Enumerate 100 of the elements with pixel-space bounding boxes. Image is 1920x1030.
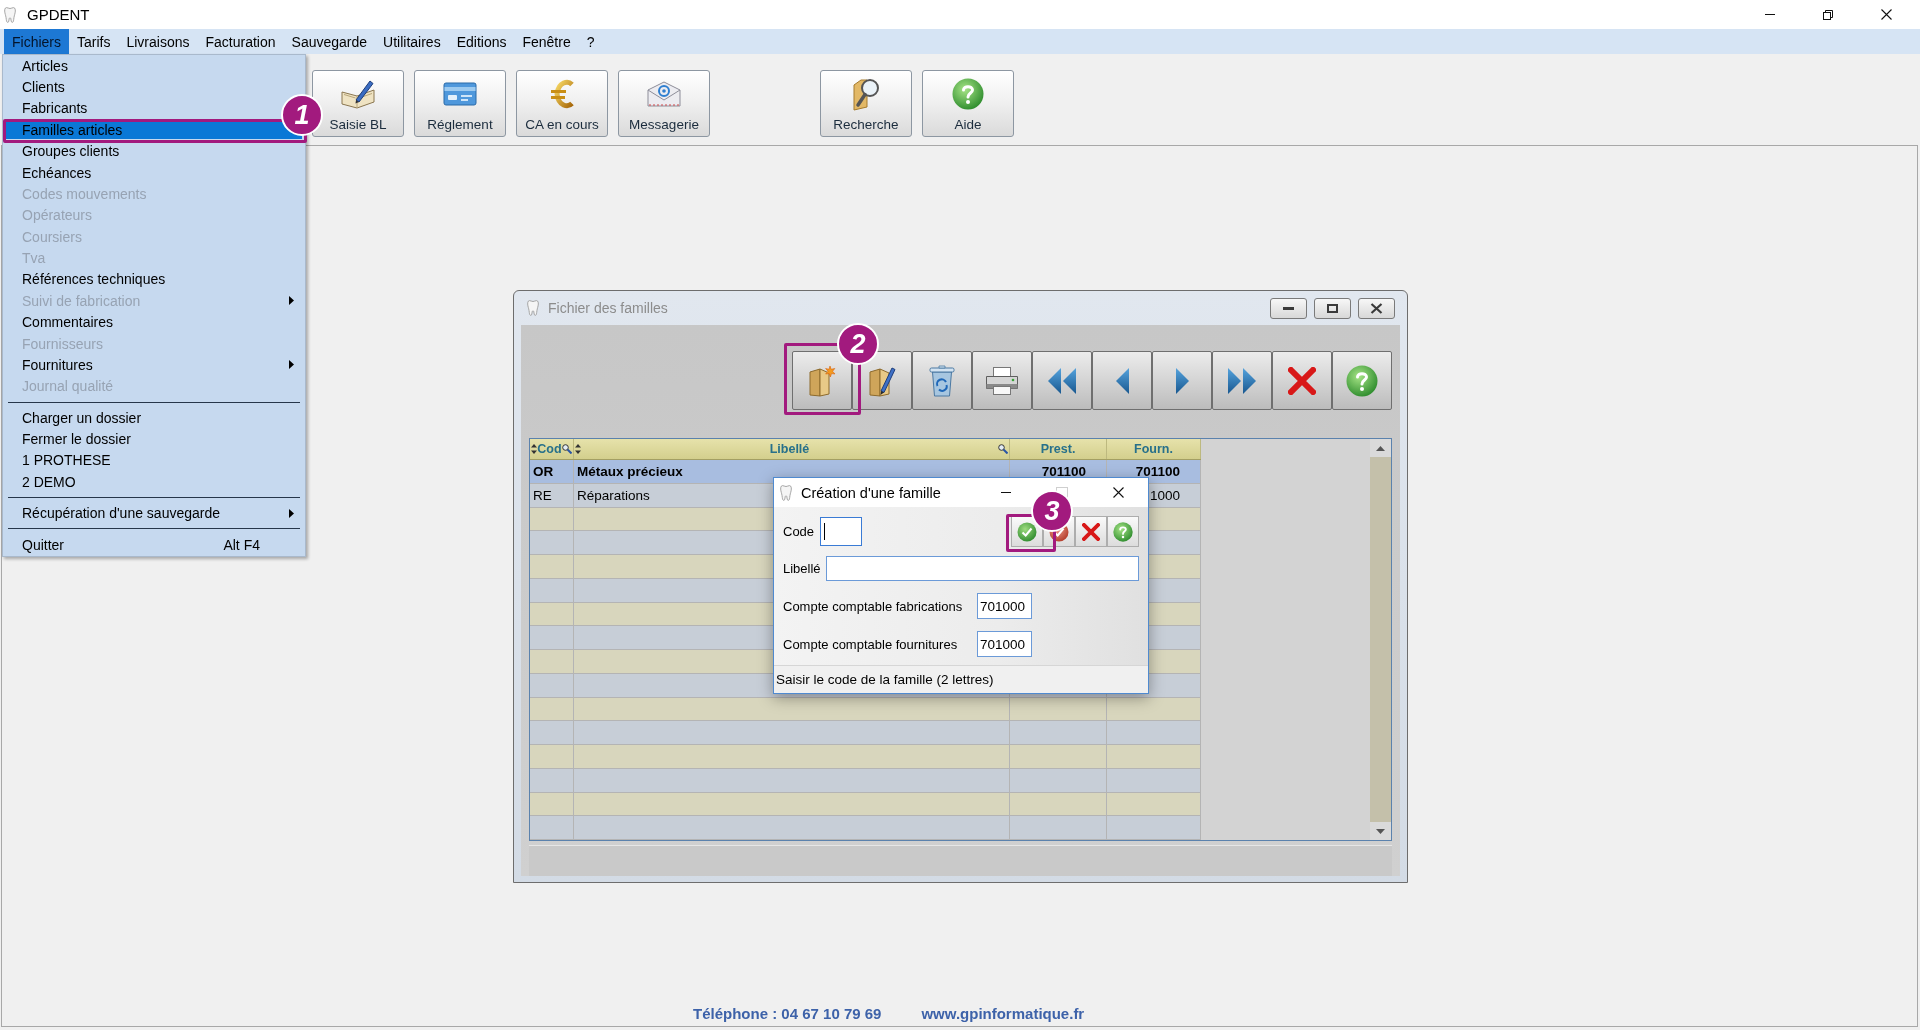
- field-label: Libellé: [783, 561, 821, 576]
- search-icon[interactable]: [562, 444, 572, 454]
- account-field[interactable]: 701000: [977, 593, 1032, 619]
- close-icon: [1370, 302, 1383, 314]
- tooth-icon: [780, 484, 792, 501]
- recycle-bin-icon: [929, 364, 955, 397]
- menu-item[interactable]: Articles: [6, 56, 76, 75]
- cancel-button[interactable]: [1075, 516, 1107, 547]
- menu-bar-item[interactable]: Fichiers: [4, 29, 69, 54]
- website-text: www.gpinformatique.fr: [921, 1005, 1085, 1022]
- folder-star-icon: [808, 364, 836, 397]
- menu-item[interactable]: 1 PROTHESE: [6, 451, 119, 470]
- next-record-button[interactable]: [1152, 351, 1212, 410]
- envelope-icon: [647, 81, 681, 107]
- status-bar: Saisir le code de la famille (2 lettres): [774, 665, 1148, 693]
- scrollbar[interactable]: [1370, 439, 1391, 840]
- help-icon: [1346, 364, 1378, 397]
- folder-magnifier-icon: [851, 77, 881, 111]
- printer-icon: [985, 366, 1019, 395]
- menu-item[interactable]: Fournitures: [6, 355, 302, 374]
- column-header[interactable]: Prest.: [1010, 439, 1107, 459]
- tooth-icon: [527, 300, 539, 316]
- menu-item[interactable]: 2 DEMO: [6, 472, 84, 491]
- toolbar-button[interactable]: Recherche: [820, 70, 912, 137]
- menu-item[interactable]: Echéances: [6, 163, 100, 182]
- toolbar-button[interactable]: Réglement: [414, 70, 506, 137]
- scroll-up-button[interactable]: [1370, 439, 1391, 457]
- field-label: Compte comptable fabrications: [783, 598, 964, 614]
- toolbar-button[interactable]: Saisie BL: [312, 70, 404, 137]
- field-label: Compte comptable fournitures: [783, 636, 959, 652]
- menu-bar-item[interactable]: Sauvegarde: [283, 29, 376, 54]
- shortcut-text: Alt F4: [223, 536, 260, 553]
- window-title: Fichier des familles: [548, 300, 668, 316]
- toolbar-button[interactable]: Messagerie: [618, 70, 710, 137]
- menu-bar-item[interactable]: Tarifs: [69, 29, 119, 54]
- sort-icon: [531, 444, 537, 454]
- phone-text: Téléphone : 04 67 10 79 69: [693, 1005, 882, 1022]
- menu-item[interactable]: Références techniques: [6, 270, 174, 289]
- recycle-bin-button[interactable]: [912, 351, 972, 410]
- menu-item[interactable]: Quitter Alt F4: [6, 535, 302, 554]
- close-icon[interactable]: [1113, 487, 1124, 498]
- cancel-button[interactable]: [1272, 351, 1332, 410]
- toolbar-button[interactable]: CA en cours: [516, 70, 608, 137]
- column-header[interactable]: Libellé: [574, 439, 1010, 459]
- help-icon: [952, 78, 984, 110]
- cross-icon: [1082, 522, 1100, 541]
- book-pen-icon: [341, 79, 375, 109]
- menu-bar-item[interactable]: Utilitaires: [375, 29, 449, 54]
- text-cursor-icon: [824, 523, 826, 540]
- help-button[interactable]: [1332, 351, 1392, 410]
- help-button[interactable]: [1107, 516, 1139, 547]
- menu-item[interactable]: Récupération d'une sauvegarde: [6, 504, 302, 523]
- cross-icon: [1288, 366, 1316, 395]
- menu-bar-item[interactable]: Editions: [448, 29, 515, 54]
- toolbar-button[interactable]: Aide: [922, 70, 1014, 137]
- menu-bar-item[interactable]: ?: [578, 29, 603, 54]
- table-cell: RE: [530, 483, 574, 507]
- previous-record-button[interactable]: [1092, 351, 1152, 410]
- scroll-down-button[interactable]: [1370, 822, 1391, 840]
- app-title: GPDENT: [27, 6, 90, 23]
- right-arrow-icon: [1174, 366, 1190, 395]
- field-label: Code: [783, 524, 815, 539]
- maximize-button[interactable]: [1314, 297, 1351, 319]
- scroll-up-icon: [1376, 445, 1385, 451]
- close-button[interactable]: [1358, 297, 1395, 319]
- new-folder-button[interactable]: [792, 351, 852, 410]
- euro-icon: [550, 78, 574, 110]
- scroll-down-icon: [1376, 828, 1385, 834]
- menu-bar-item[interactable]: Fenêtre: [514, 29, 579, 54]
- text-field[interactable]: [825, 556, 1139, 581]
- account-field[interactable]: 701000: [977, 631, 1032, 657]
- left-arrow-icon: [1114, 366, 1130, 395]
- help-icon: [1113, 521, 1133, 542]
- column-header[interactable]: Fourn.: [1107, 439, 1201, 459]
- double-left-arrow-icon: [1047, 366, 1077, 395]
- menu-bar-item[interactable]: Facturation: [197, 29, 284, 54]
- column-header[interactable]: Cod: [530, 439, 574, 459]
- minimize-icon: [1283, 306, 1294, 310]
- dialog-title: Création d'une famille: [801, 484, 941, 501]
- first-record-button[interactable]: [1032, 351, 1092, 410]
- menu-item[interactable]: Groupes clients: [6, 142, 128, 161]
- restore-icon[interactable]: [1823, 9, 1833, 20]
- menu-item[interactable]: Fermer le dossier: [6, 430, 139, 449]
- menu-item[interactable]: Fabricants: [6, 99, 96, 118]
- last-record-button[interactable]: [1212, 351, 1272, 410]
- code-field[interactable]: [820, 517, 863, 546]
- minimize-button[interactable]: [1270, 297, 1307, 319]
- double-right-arrow-icon: [1227, 366, 1257, 395]
- close-icon[interactable]: [1881, 9, 1892, 20]
- search-icon[interactable]: [998, 444, 1008, 454]
- table-cell: OR: [530, 460, 574, 483]
- check-icon: [1017, 521, 1037, 542]
- print-button[interactable]: [972, 351, 1032, 410]
- menu-item[interactable]: Charger un dossier: [6, 408, 150, 427]
- menu-bar-item[interactable]: Livraisons: [118, 29, 198, 54]
- menu-item[interactable]: Commentaires: [6, 313, 122, 332]
- tooth-icon: [4, 6, 16, 23]
- credit-card-icon: [443, 82, 477, 106]
- sort-icon: [575, 444, 581, 454]
- menu-item[interactable]: Clients: [6, 78, 73, 97]
